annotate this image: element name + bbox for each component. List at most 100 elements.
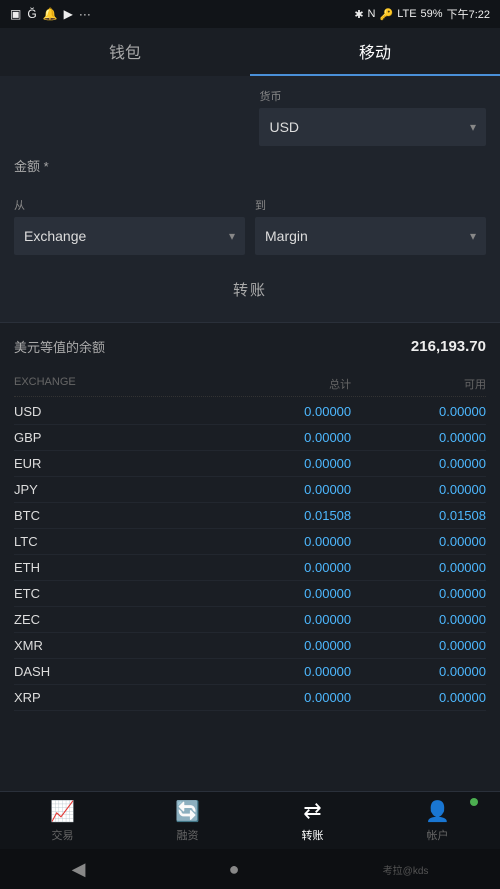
fund-icon: 🔄: [175, 799, 200, 824]
nav-trade[interactable]: 📈 交易: [0, 792, 125, 849]
online-dot: [470, 798, 478, 806]
section-label: EXCHANGE: [14, 376, 216, 392]
amount-label: 金额 *: [14, 156, 241, 183]
table-rows: USD 0.00000 0.00000 GBP 0.00000 0.00000 …: [14, 399, 486, 711]
available-cell: 0.00000: [351, 690, 486, 705]
move-icon: ⇄: [303, 798, 321, 824]
fund-label: 融资: [177, 827, 199, 843]
total-cell: 0.00000: [216, 482, 351, 497]
nav-move[interactable]: ⇄ 转账: [250, 792, 375, 849]
available-label: 可用: [351, 376, 486, 392]
status-bar: ▣ Ğ 🔔 ▶ ··· ✱ N 🔑 LTE 59% 下午7:22: [0, 0, 500, 28]
available-cell: 0.00000: [351, 482, 486, 497]
currency-cell: JPY: [14, 482, 216, 497]
brand-text: 考拉@kds: [383, 862, 429, 877]
balance-value: 216,193.70: [411, 338, 486, 355]
total-cell: 0.00000: [216, 560, 351, 575]
icon-bell: 🔔: [43, 7, 58, 21]
trade-label: 交易: [52, 827, 74, 843]
currency-select[interactable]: USD ▾: [259, 108, 486, 146]
icon-bluetooth: ✱: [354, 8, 363, 21]
to-label: 到: [255, 197, 486, 213]
table-row: ETH 0.00000 0.00000: [14, 555, 486, 581]
available-cell: 0.00000: [351, 404, 486, 419]
icon-key: 🔑: [379, 8, 393, 21]
time: 下午7:22: [447, 6, 490, 22]
from-chevron-icon: ▾: [229, 229, 235, 243]
transfer-btn-row: 转账: [14, 269, 486, 306]
tab-wallet[interactable]: 钱包: [0, 28, 250, 76]
total-cell: 0.00000: [216, 690, 351, 705]
form-area: 货币 USD ▾ 金额 * 从 Exchange ▾ 到 Margin ▾: [0, 76, 500, 322]
table-row: XMR 0.00000 0.00000: [14, 633, 486, 659]
total-cell: 0.00000: [216, 404, 351, 419]
currency-cell: GBP: [14, 430, 216, 445]
table-row: ZEC 0.00000 0.00000: [14, 607, 486, 633]
to-select[interactable]: Margin ▾: [255, 217, 486, 255]
table-row: XRP 0.00000 0.00000: [14, 685, 486, 711]
total-cell: 0.00000: [216, 638, 351, 653]
home-button[interactable]: ●: [229, 859, 240, 880]
from-value: Exchange: [24, 228, 86, 244]
from-group: 从 Exchange ▾: [14, 197, 245, 255]
table-row: JPY 0.00000 0.00000: [14, 477, 486, 503]
account-icon: 👤: [425, 799, 450, 824]
trade-icon: 📈: [50, 799, 75, 824]
total-cell: 0.00000: [216, 456, 351, 471]
account-label: 帐户: [427, 827, 449, 843]
to-value: Margin: [265, 228, 308, 244]
table-row: LTC 0.00000 0.00000: [14, 529, 486, 555]
currency-cell: XRP: [14, 690, 216, 705]
currency-cell: EUR: [14, 456, 216, 471]
currency-cell: DASH: [14, 664, 216, 679]
total-cell: 0.00000: [216, 534, 351, 549]
available-cell: 0.00000: [351, 560, 486, 575]
bottom-nav: 📈 交易 🔄 融资 ⇄ 转账 👤 帐户: [0, 791, 500, 849]
move-label: 转账: [302, 827, 324, 843]
available-cell: 0.00000: [351, 638, 486, 653]
chevron-down-icon: ▾: [470, 120, 476, 134]
top-tabs: 钱包 移动: [0, 28, 500, 76]
currency-cell: XMR: [14, 638, 216, 653]
total-cell: 0.00000: [216, 430, 351, 445]
currency-cell: ETC: [14, 586, 216, 601]
back-button[interactable]: ◀: [72, 859, 86, 880]
currency-row: 货币 USD ▾: [14, 88, 486, 146]
balance-label: 美元等值的余额: [14, 337, 105, 356]
available-cell: 0.01508: [351, 508, 486, 523]
currency-cell: ETH: [14, 560, 216, 575]
balance-row: 美元等值的余额 216,193.70: [0, 323, 500, 370]
table-row: EUR 0.00000 0.00000: [14, 451, 486, 477]
available-cell: 0.00000: [351, 534, 486, 549]
total-label: 总计: [216, 376, 351, 392]
total-cell: 0.00000: [216, 612, 351, 627]
icon-nfc: N: [368, 8, 376, 20]
table-area: EXCHANGE 总计 可用 USD 0.00000 0.00000 GBP 0…: [0, 370, 500, 711]
currency-cell: ZEC: [14, 612, 216, 627]
available-cell: 0.00000: [351, 612, 486, 627]
currency-label: 货币: [259, 88, 486, 104]
status-right-icons: ✱ N 🔑 LTE 59% 下午7:22: [354, 6, 490, 22]
currency-cell: LTC: [14, 534, 216, 549]
from-label: 从: [14, 197, 245, 213]
table-row: BTC 0.01508 0.01508: [14, 503, 486, 529]
from-select[interactable]: Exchange ▾: [14, 217, 245, 255]
total-cell: 0.00000: [216, 586, 351, 601]
available-cell: 0.00000: [351, 664, 486, 679]
table-row: GBP 0.00000 0.00000: [14, 425, 486, 451]
nav-fund[interactable]: 🔄 融资: [125, 792, 250, 849]
nav-account[interactable]: 👤 帐户: [375, 792, 500, 849]
available-cell: 0.00000: [351, 456, 486, 471]
table-row: DASH 0.00000 0.00000: [14, 659, 486, 685]
to-chevron-icon: ▾: [470, 229, 476, 243]
icon-menu: ▣: [10, 7, 21, 21]
available-cell: 0.00000: [351, 430, 486, 445]
icon-lte: LTE: [397, 8, 416, 20]
status-left-icons: ▣ Ğ 🔔 ▶ ···: [10, 7, 91, 21]
amount-row: 金额 *: [14, 156, 486, 183]
total-cell: 0.00000: [216, 664, 351, 679]
tab-transfer[interactable]: 移动: [250, 28, 500, 76]
battery-level: 59%: [421, 8, 443, 20]
transfer-button[interactable]: 转账: [233, 279, 267, 300]
table-row: USD 0.00000 0.00000: [14, 399, 486, 425]
